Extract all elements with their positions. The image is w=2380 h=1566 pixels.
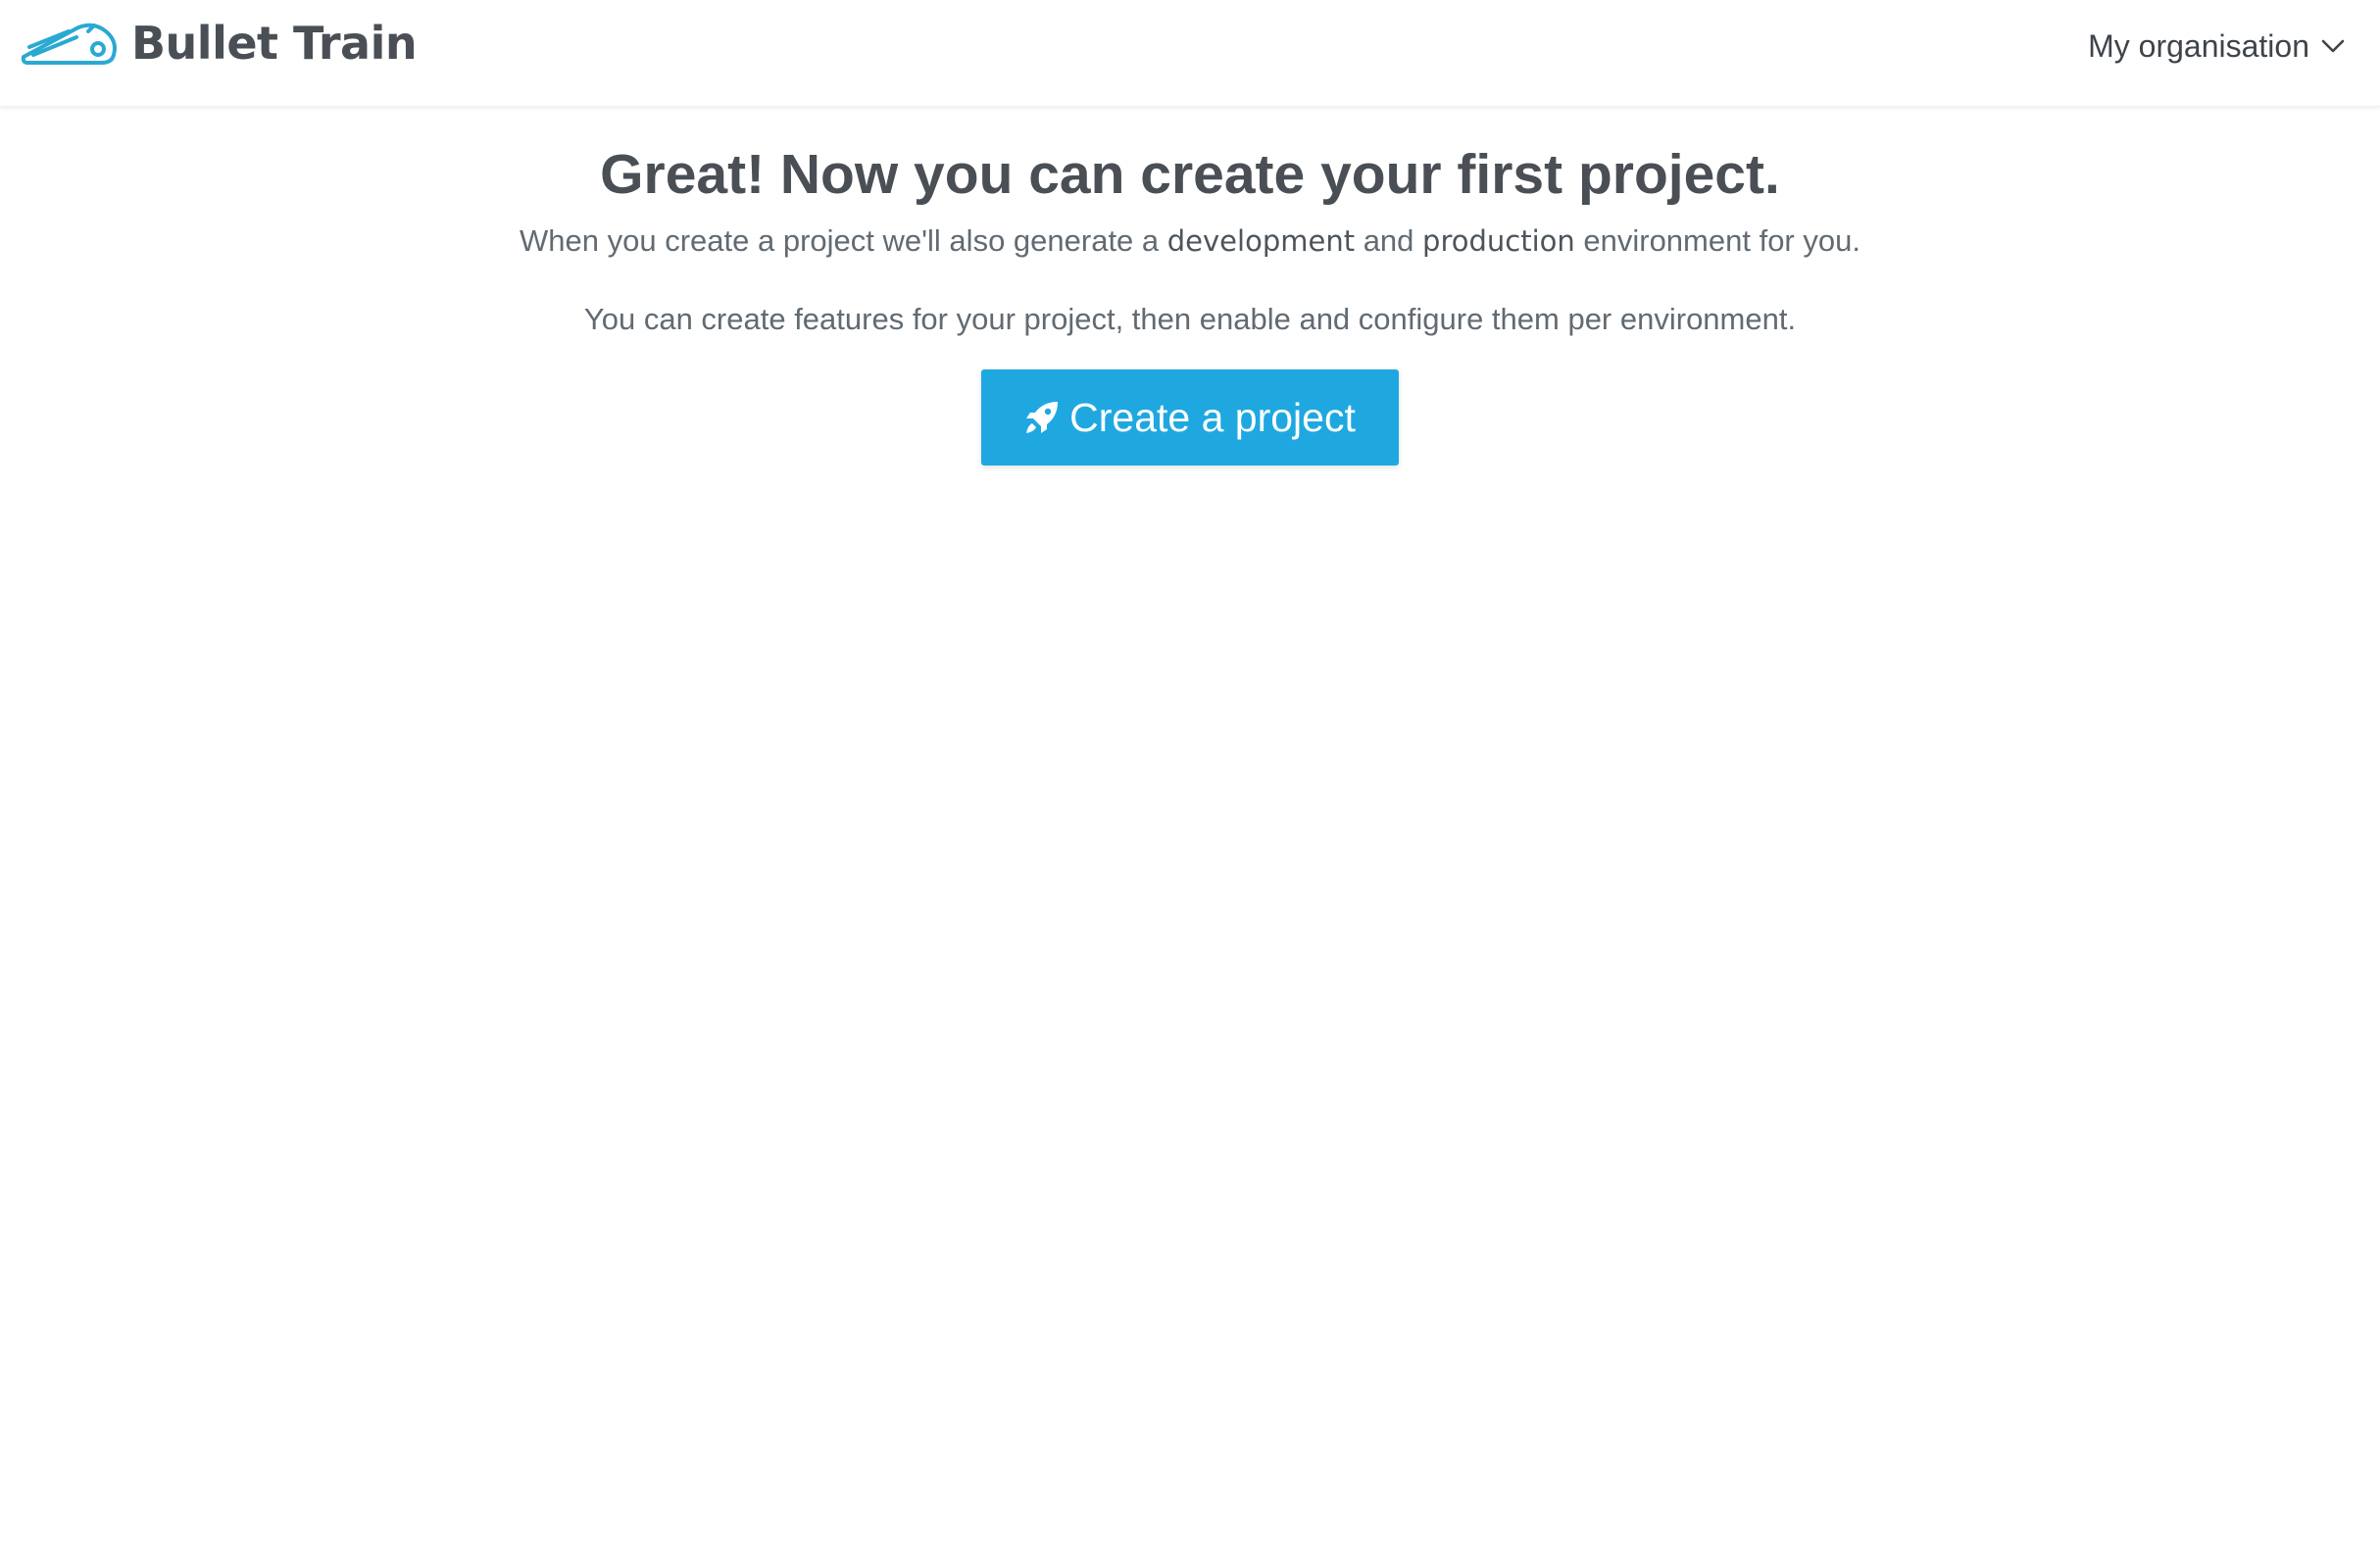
secondary-paragraph: You can create features for your project… bbox=[583, 301, 1797, 336]
brand-link[interactable]: Bullet Train bbox=[20, 16, 418, 71]
env-development-label: development bbox=[1166, 224, 1356, 259]
intro-paragraph: When you create a project we'll also gen… bbox=[0, 220, 2380, 262]
intro-text-middle: and bbox=[1355, 223, 1423, 259]
page-title: Great! Now you can create your first pro… bbox=[600, 143, 1780, 206]
organisation-dropdown[interactable]: My organisation bbox=[2088, 24, 2345, 69]
create-project-label: Create a project bbox=[1069, 394, 1356, 440]
organisation-label: My organisation bbox=[2088, 27, 2309, 64]
rocket-icon bbox=[1026, 402, 1059, 434]
onboarding-panel: Great! Now you can create your first pro… bbox=[0, 106, 2380, 466]
create-project-button[interactable]: Create a project bbox=[981, 369, 1399, 466]
bullet-train-logo-icon bbox=[21, 23, 117, 65]
intro-text-end: environment for you. bbox=[1574, 223, 1860, 259]
env-production-label: production bbox=[1422, 224, 1575, 259]
chevron-down-icon bbox=[2321, 39, 2345, 53]
navbar: Bullet Train My organisation bbox=[0, 0, 2380, 107]
brand-name: Bullet Train bbox=[131, 17, 418, 70]
intro-text-start: When you create a project we'll also gen… bbox=[520, 223, 1167, 259]
